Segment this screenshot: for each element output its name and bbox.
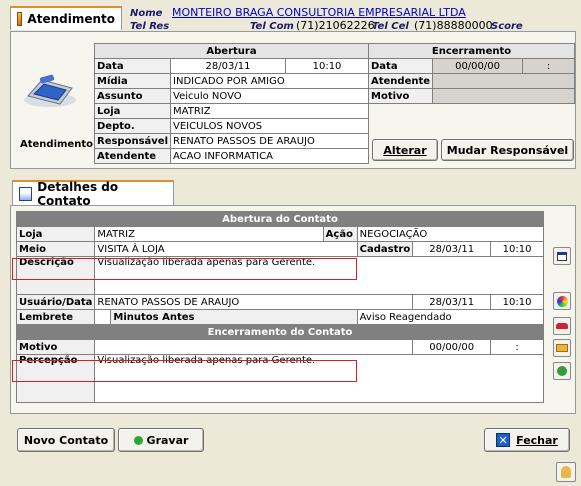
tab-detalhes-contato[interactable]: Detalhes do Contato <box>12 180 174 208</box>
data-field[interactable]: 28/03/11 <box>170 58 287 74</box>
new-window-icon[interactable] <box>553 247 571 265</box>
meio-field[interactable]: VISITA À LOJA <box>94 241 358 257</box>
cadastro-hora: 10:10 <box>490 241 544 257</box>
enc-atendente-label: Atendente <box>367 73 434 89</box>
abertura-contato-title: Abertura do Contato <box>16 211 544 227</box>
fechar-button[interactable]: ✕ Fechar <box>484 428 570 452</box>
encerramento-title: Encerramento <box>368 43 575 59</box>
enc-motivo-field[interactable] <box>432 88 575 104</box>
usuario-data: 28/03/11 <box>412 294 492 310</box>
gravar-button[interactable]: Gravar <box>118 428 204 452</box>
enc-motivo-label: Motivo <box>367 88 434 104</box>
data-label: Data <box>93 58 172 74</box>
midia-field[interactable]: INDICADO POR AMIGO <box>170 73 369 89</box>
enc-hora-field[interactable]: : <box>522 58 575 74</box>
cadastro-label: Cadastro <box>356 241 414 257</box>
responsavel-field[interactable]: RENATO PASSOS DE ARAUJO <box>170 133 369 149</box>
alterar-button-label: Alterar <box>383 143 427 157</box>
abertura-title: Abertura <box>94 43 369 59</box>
cadastro-data: 28/03/11 <box>412 241 492 257</box>
mudar-responsavel-button[interactable]: Mudar Responsável <box>441 139 574 161</box>
mudar-responsavel-label: Mudar Responsável <box>446 143 569 157</box>
novo-contato-label: Novo Contato <box>23 433 109 447</box>
motivo-label: Motivo <box>15 339 96 355</box>
atendente-label: Atendente <box>93 148 172 164</box>
gravar-label: Gravar <box>146 433 189 447</box>
meio-label: Meio <box>15 241 96 257</box>
acao-label: Ação <box>322 226 358 242</box>
usuario-hora: 10:10 <box>490 294 544 310</box>
acao-field[interactable]: NEGOCIAÇÃO <box>356 226 545 242</box>
contato-loja-field[interactable]: MATRIZ <box>94 226 324 242</box>
responsavel-label: Responsável <box>93 133 172 149</box>
loja-field[interactable]: MATRIZ <box>170 103 369 119</box>
hora-field[interactable]: 10:10 <box>285 58 369 74</box>
atendente-field[interactable]: ACAO INFORMATICA <box>170 148 369 164</box>
close-icon: ✕ <box>496 433 511 447</box>
atendimento-caption: Atendimento <box>20 139 93 150</box>
fechar-label: Fechar <box>516 433 558 447</box>
loja-label: Loja <box>93 103 172 119</box>
add-contact-icon[interactable] <box>553 362 571 380</box>
contact-details-icon <box>19 187 33 201</box>
aviso-field[interactable]: Aviso Reagendado <box>356 309 545 325</box>
depto-label: Depto. <box>93 118 172 134</box>
motivo-hora: : <box>490 339 544 355</box>
descricao-highlight <box>12 258 357 280</box>
user-icon[interactable] <box>556 462 576 482</box>
save-icon <box>133 435 143 445</box>
percepcao-highlight <box>12 360 357 382</box>
abertura-table: Abertura Data 28/03/11 10:10 Mídia INDICA… <box>93 43 369 164</box>
enc-data-field[interactable]: 00/00/00 <box>432 58 524 74</box>
enc-data-label: Data <box>367 58 434 74</box>
telephone-icon <box>20 70 80 110</box>
motivo-data: 00/00/00 <box>412 339 492 355</box>
contato-loja-label: Loja <box>15 226 96 242</box>
encerramento-contato-title: Encerramento do Contato <box>16 324 544 340</box>
lembrete-checkbox[interactable] <box>94 309 112 325</box>
depto-field[interactable]: VEICULOS NOVOS <box>170 118 369 134</box>
car-icon[interactable] <box>553 317 571 335</box>
alterar-button[interactable]: Alterar <box>372 139 438 161</box>
usuario-field: RENATO PASSOS DE ARAUJO <box>94 294 414 310</box>
client-name-link[interactable]: MONTEIRO BRAGA CONSULTORIA EMPRESARIAL L… <box>172 6 466 19</box>
minutos-antes-label: Minutos Antes <box>110 309 358 325</box>
tab-atendimento[interactable]: Atendimento <box>10 6 122 30</box>
motivo-field[interactable] <box>94 339 414 355</box>
atendimento-tab-icon <box>17 12 23 26</box>
novo-contato-button[interactable]: Novo Contato <box>17 428 115 452</box>
folder-icon[interactable] <box>553 339 571 357</box>
midia-label: Mídia <box>93 73 172 89</box>
lembrete-label: Lembrete <box>15 309 96 325</box>
enc-atendente-field[interactable] <box>432 73 575 89</box>
tab-atendimento-label: Atendimento <box>27 12 115 26</box>
assunto-label: Assunto <box>93 88 172 104</box>
assunto-field[interactable]: Veiculo NOVO <box>170 88 369 104</box>
tab-detalhes-label: Detalhes do Contato <box>37 180 119 208</box>
palette-icon[interactable] <box>553 292 571 310</box>
encerramento-table: Encerramento Data 00/00/00 : Atendente M… <box>367 43 575 104</box>
usuario-data-label: Usuário/Data <box>15 294 96 310</box>
nome-label: Nome <box>130 8 163 19</box>
